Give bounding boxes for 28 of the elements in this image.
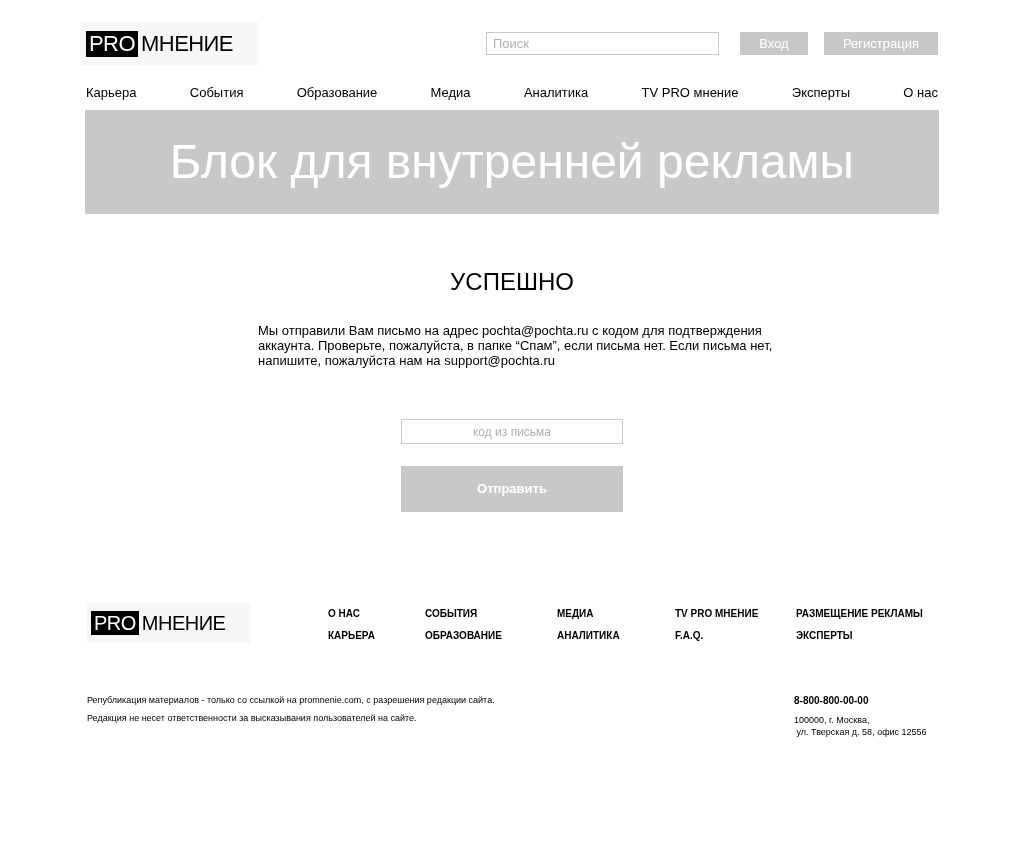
footer-link[interactable]: АНАЛИТИКА [557, 629, 675, 643]
nav-link[interactable]: Эксперты [791, 83, 851, 103]
nav-link[interactable]: Образование [296, 83, 378, 103]
footer-link[interactable]: КАРЬЕРА [328, 629, 425, 643]
logo[interactable]: PRO МНЕНИЕ [80, 22, 258, 65]
footer-link[interactable]: ОБРАЗОВАНИЕ [425, 629, 557, 643]
nav-link[interactable]: Медиа [430, 83, 471, 103]
footer-link[interactable]: ЭКСПЕРТЫ [796, 629, 946, 643]
footer-link[interactable]: СОБЫТИЯ [425, 607, 557, 621]
legal-text: Републикация материалов - только со ссылкой на promnenie.com, с разрешения редакции сайта. [87, 694, 496, 706]
message-text: Мы отправили Вам письмо на адрес pochta@pochta.ru с кодом для подтверждения аккаунта. Проверьте, пожалуйста, в папке “Спам”, если письма нет. Если письма нет, напишите, пожалуйста нам на support@pochta.ru [258, 323, 774, 368]
footer-link[interactable]: F.A.Q. [675, 629, 796, 643]
search-field[interactable]: Поиск [486, 32, 719, 55]
nav-link[interactable]: О нас [903, 83, 938, 103]
footer-link[interactable]: МЕДИА [557, 607, 675, 621]
nav-link[interactable]: Аналитика [523, 83, 589, 103]
footer-link[interactable]: О НАС [328, 607, 425, 621]
code-field[interactable]: код из письма [401, 419, 623, 444]
nav-link[interactable]: TV PRO мнение [641, 83, 739, 103]
nav-link[interactable]: События [189, 83, 244, 103]
phone-number: 8-800-800-00-00 [794, 694, 870, 708]
nav-link[interactable]: Карьера [86, 83, 137, 103]
legal-text: Редакция не несет ответственности за высказывания пользователей на сайте. [87, 712, 418, 724]
footer-link[interactable]: TV PRO МНЕНИЕ [675, 607, 796, 621]
page-title: УСПЕШНО [450, 267, 574, 297]
address-text: 100000, г. Москва, ул. Тверская д. 58, офис 12556 [794, 714, 928, 738]
footer-link[interactable]: РАЗМЕЩЕНИЕ РЕКЛАМЫ [796, 607, 946, 621]
logo[interactable]: PRO МНЕНИЕ [87, 603, 250, 643]
